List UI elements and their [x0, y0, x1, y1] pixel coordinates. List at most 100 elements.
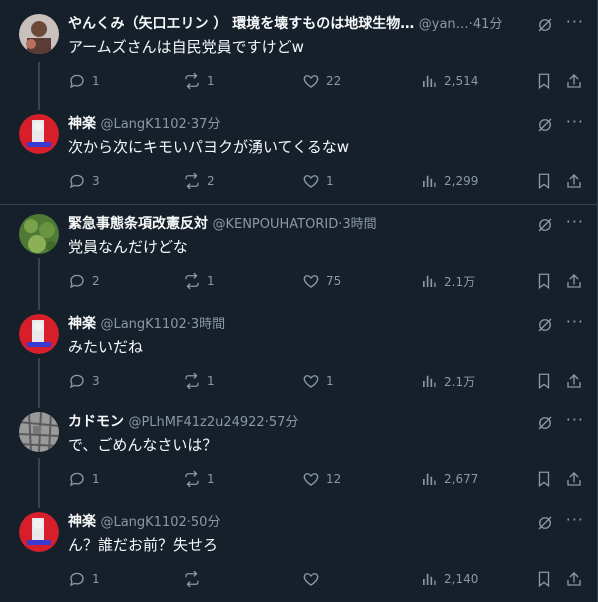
retweet-button[interactable]: 1	[183, 71, 215, 91]
timestamp[interactable]: 37分	[191, 117, 221, 132]
views-button[interactable]: 2.1万	[420, 271, 475, 291]
share-button[interactable]	[565, 371, 589, 391]
avatar-kagura[interactable]	[19, 512, 59, 552]
more-options-icon[interactable]: ···	[566, 512, 584, 528]
share-button[interactable]	[565, 171, 589, 191]
avatar-yankumi[interactable]	[19, 14, 59, 54]
header-actions: ···	[536, 14, 584, 34]
timestamp[interactable]: 41分	[473, 17, 503, 32]
grok-icon[interactable]	[536, 514, 554, 532]
likes-count: 1	[326, 374, 334, 388]
display-name[interactable]: カドモン	[68, 414, 124, 430]
grok-icon[interactable]	[536, 216, 554, 234]
bookmark-button[interactable]	[535, 569, 559, 589]
reply-icon	[68, 372, 92, 390]
views-button[interactable]: 2.1万	[420, 371, 475, 391]
bookmark-button[interactable]	[535, 371, 559, 391]
share-button[interactable]	[565, 271, 589, 291]
bookmark-button[interactable]	[535, 469, 559, 489]
display-name[interactable]: やんくみ（矢口エリン ） 環境を壊すものは地球生物…	[68, 16, 414, 32]
grok-icon[interactable]	[536, 116, 554, 134]
timestamp[interactable]: 3時間	[191, 317, 225, 332]
avatar-kagura[interactable]	[19, 114, 59, 154]
like-button[interactable]: 1	[302, 371, 334, 391]
more-options-icon[interactable]: ···	[566, 314, 584, 330]
views-count: 2,140	[444, 572, 479, 586]
timestamp[interactable]: 3時間	[342, 217, 376, 232]
views-button[interactable]: 2,140	[420, 569, 478, 589]
avatar-kadomon[interactable]	[19, 412, 59, 452]
tweet-header: やんくみ（矢口エリン ） 環境を壊すものは地球生物… @yan…·41分	[68, 14, 542, 34]
timestamp[interactable]: 50分	[191, 515, 221, 530]
reply-button[interactable]: 3	[68, 171, 100, 191]
avatar-kenpou[interactable]	[19, 214, 59, 254]
share-button[interactable]	[565, 569, 589, 589]
like-button[interactable]: 22	[302, 71, 341, 91]
thread-line	[38, 62, 40, 110]
retweet-button[interactable]: 1	[183, 371, 215, 391]
more-options-icon[interactable]: ···	[566, 14, 584, 30]
grok-icon[interactable]	[536, 414, 554, 432]
views-count: 2,514	[444, 74, 479, 88]
reply-button[interactable]: 1	[68, 71, 100, 91]
retweet-button[interactable]	[183, 569, 207, 589]
like-button[interactable]: 12	[302, 469, 341, 489]
retweet-icon	[183, 272, 207, 290]
retweet-button[interactable]: 2	[183, 171, 215, 191]
user-handle[interactable]: @PLhMF41z2u24922	[128, 415, 264, 430]
timestamp[interactable]: 57分	[269, 415, 299, 430]
share-icon	[565, 172, 589, 190]
user-handle[interactable]: @LangK1102	[100, 515, 186, 530]
like-icon	[302, 72, 326, 90]
more-options-icon[interactable]: ···	[566, 412, 584, 428]
more-options-icon[interactable]: ···	[566, 114, 584, 130]
reply-button[interactable]: 3	[68, 371, 100, 391]
user-handle[interactable]: @KENPOUHATORID	[212, 217, 338, 232]
share-button[interactable]	[565, 71, 589, 91]
views-button[interactable]: 2,677	[420, 469, 478, 489]
retweet-button[interactable]: 1	[183, 271, 215, 291]
likes-count: 1	[326, 174, 334, 188]
reply-button[interactable]: 1	[68, 469, 100, 489]
display-name[interactable]: 緊急事態条項改憲反対	[68, 216, 208, 232]
reply-button[interactable]: 1	[68, 569, 100, 589]
grok-icon[interactable]	[536, 16, 554, 34]
views-count: 2,299	[444, 174, 479, 188]
views-icon	[420, 172, 444, 190]
share-icon	[565, 272, 589, 290]
like-button[interactable]: 1	[302, 171, 334, 191]
replies-count: 2	[92, 274, 100, 288]
avatar-kagura[interactable]	[19, 314, 59, 354]
views-icon	[420, 372, 444, 390]
header-actions: ···	[536, 114, 584, 134]
share-button[interactable]	[565, 469, 589, 489]
user-handle[interactable]: @yan…	[419, 17, 469, 32]
tweet-text: 次から次にキモいパヨクが湧いてくるなw	[68, 138, 350, 156]
reply-button[interactable]: 2	[68, 271, 100, 291]
header-actions: ···	[536, 512, 584, 532]
more-options-icon[interactable]: ···	[566, 214, 584, 230]
replies-count: 3	[92, 374, 100, 388]
views-icon	[420, 570, 444, 588]
share-icon	[565, 72, 589, 90]
bookmark-button[interactable]	[535, 71, 559, 91]
display-name[interactable]: 神楽	[68, 116, 96, 132]
like-icon	[302, 172, 326, 190]
like-icon	[302, 272, 326, 290]
user-handle[interactable]: @LangK1102	[100, 317, 186, 332]
views-button[interactable]: 2,514	[420, 71, 478, 91]
share-icon	[565, 470, 589, 488]
user-handle[interactable]: @LangK1102	[100, 117, 186, 132]
display-name[interactable]: 神楽	[68, 316, 96, 332]
reply-icon	[68, 172, 92, 190]
display-name[interactable]: 神楽	[68, 514, 96, 530]
views-icon	[420, 272, 444, 290]
views-button[interactable]: 2,299	[420, 171, 478, 191]
bookmark-button[interactable]	[535, 271, 559, 291]
retweet-button[interactable]: 1	[183, 469, 215, 489]
like-button[interactable]	[302, 569, 326, 589]
retweet-icon	[183, 72, 207, 90]
bookmark-button[interactable]	[535, 171, 559, 191]
grok-icon[interactable]	[536, 316, 554, 334]
like-button[interactable]: 75	[302, 271, 341, 291]
